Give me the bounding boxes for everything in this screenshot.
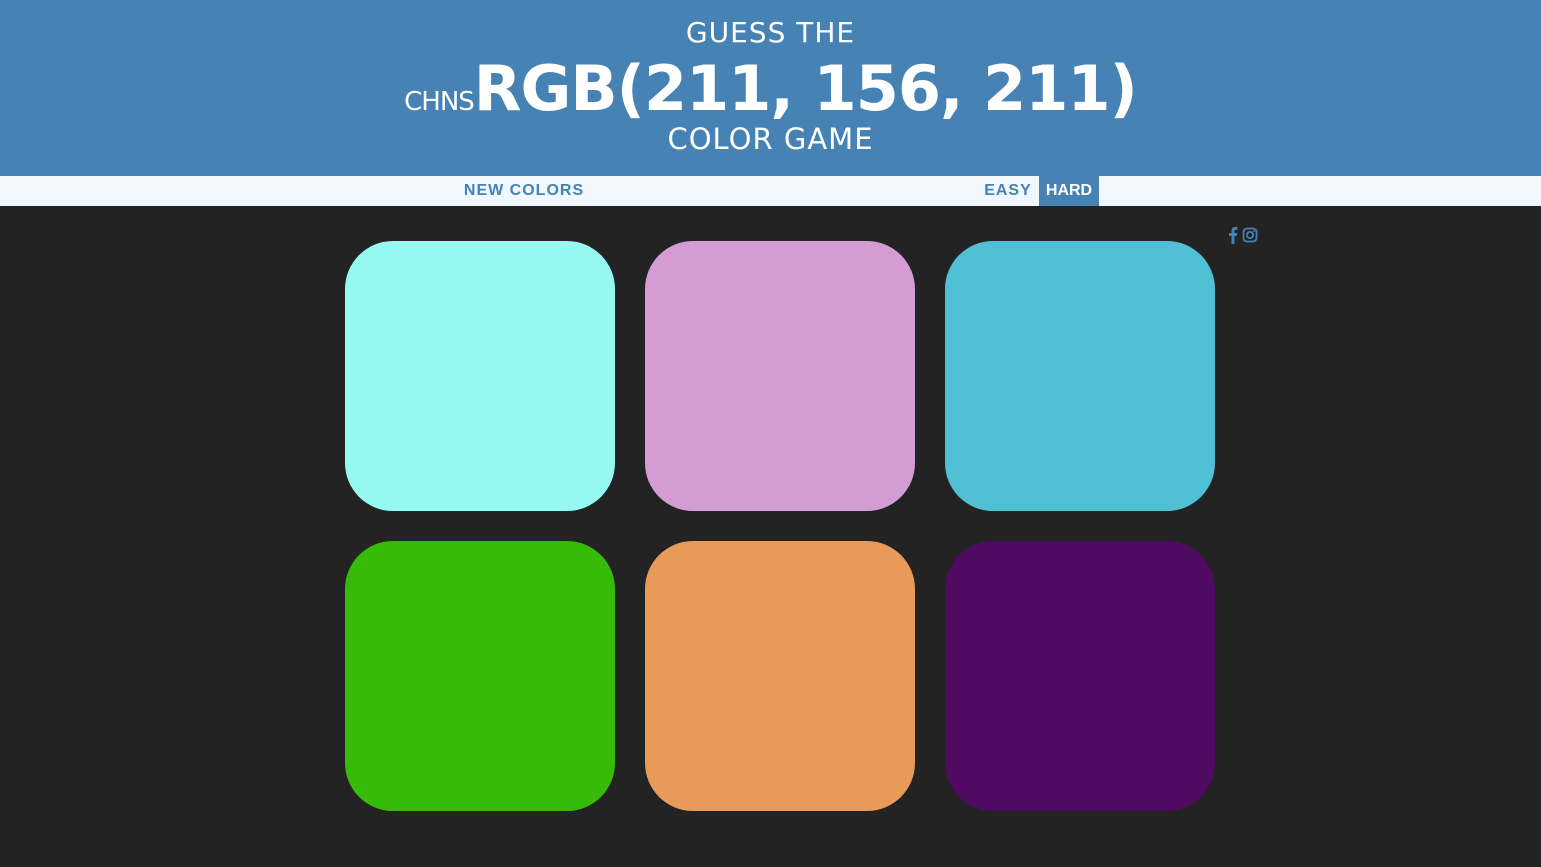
title-rgb-line: CHNSRGB(211, 156, 211) xyxy=(0,52,1541,125)
easy-mode-button[interactable]: EASY xyxy=(980,176,1036,206)
facebook-icon[interactable] xyxy=(1228,226,1238,244)
social-links xyxy=(1228,226,1262,244)
instagram-icon[interactable] xyxy=(1242,226,1258,244)
color-square[interactable] xyxy=(345,241,615,511)
color-square[interactable] xyxy=(945,541,1215,811)
new-colors-button[interactable]: NEW COLORS xyxy=(462,176,586,206)
color-square[interactable] xyxy=(345,541,615,811)
color-square[interactable] xyxy=(945,241,1215,511)
hard-mode-button[interactable]: HARD xyxy=(1039,176,1099,206)
title-guess-the: GUESS THE xyxy=(685,16,856,49)
header: GUESS THE CHNSRGB(211, 156, 211) COLOR G… xyxy=(0,0,1541,176)
rgb-display: RGB(211, 156, 211) xyxy=(473,52,1138,125)
color-square[interactable] xyxy=(645,541,915,811)
control-stripe: NEW COLORS EASY HARD xyxy=(0,176,1541,206)
color-square[interactable] xyxy=(645,241,915,511)
title-prefix: CHNS xyxy=(404,87,475,117)
title-color-game: COLOR GAME xyxy=(667,122,874,156)
